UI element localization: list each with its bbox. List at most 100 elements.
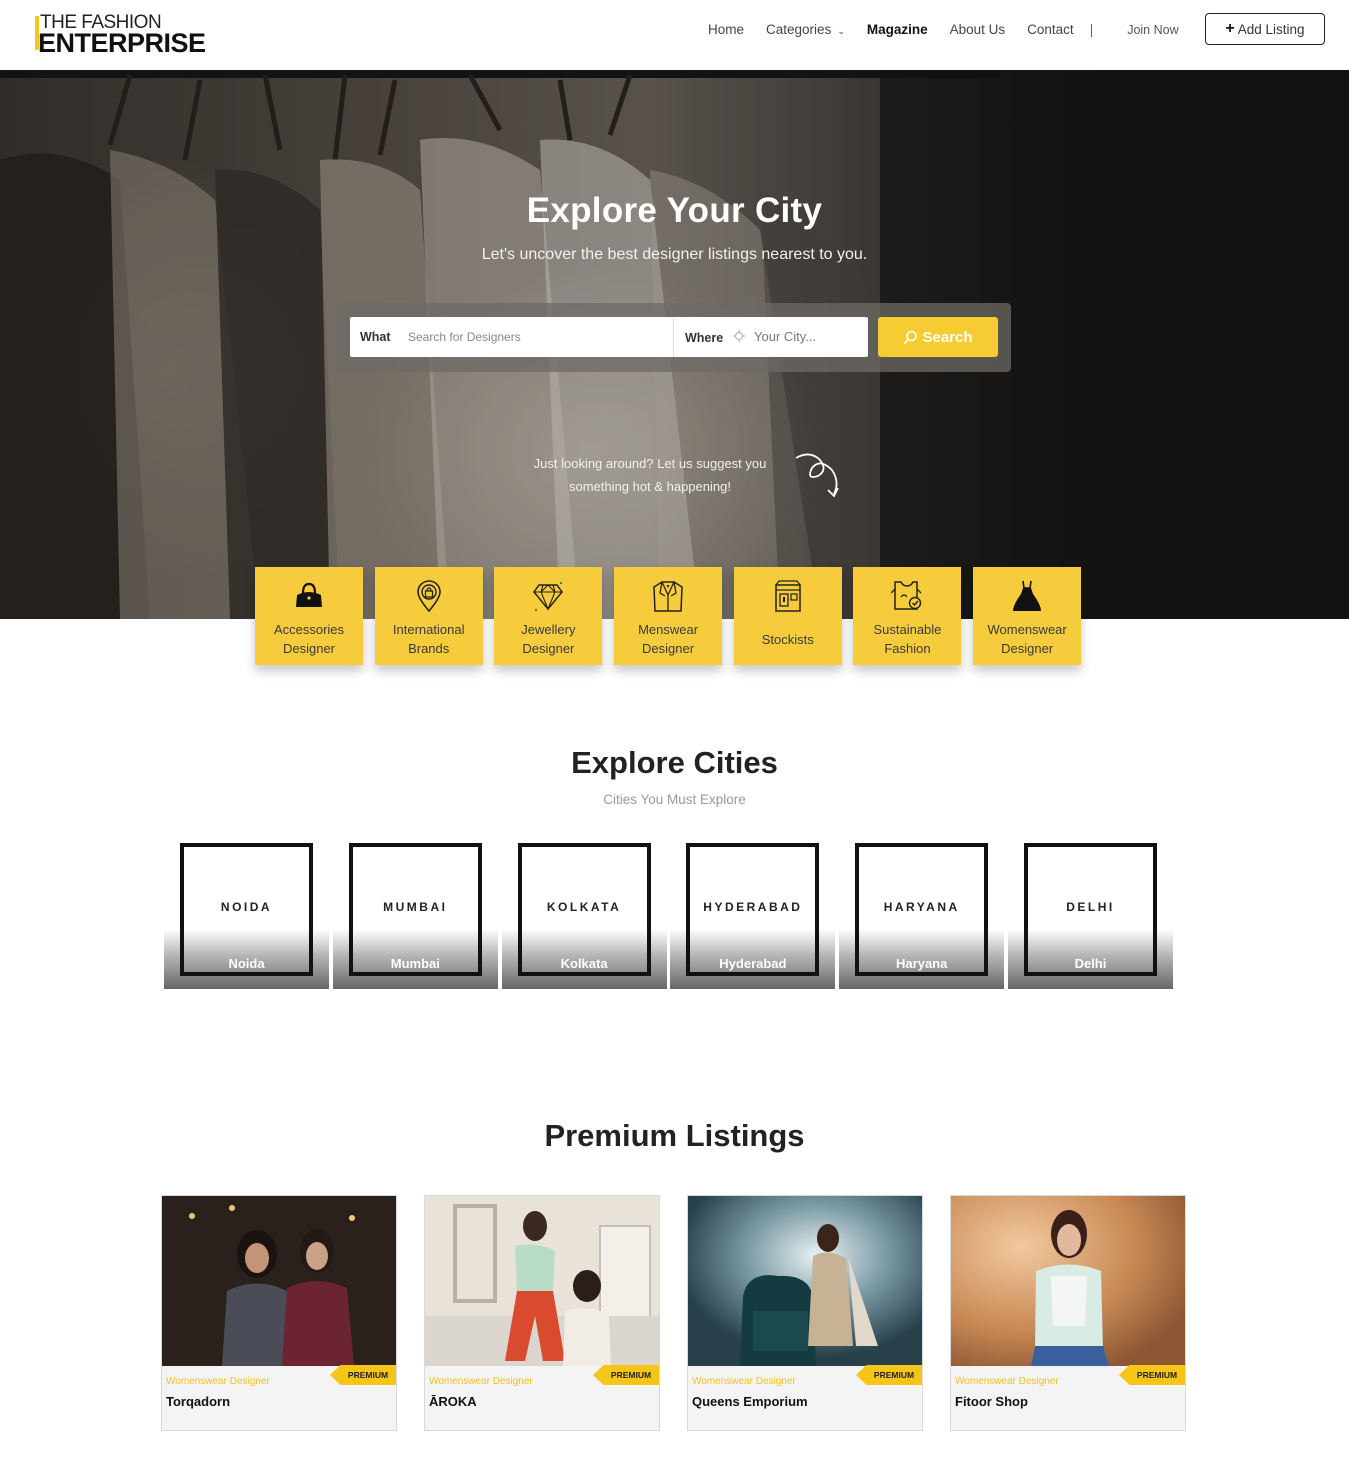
nav-categories-label: Categories xyxy=(766,22,832,37)
listing-card-fitoor-shop[interactable]: PREMIUM Womenswear Designer Fitoor Shop xyxy=(950,1195,1186,1431)
logo-line2: ENTERPRISE xyxy=(38,28,206,58)
curly-arrow-icon xyxy=(795,453,839,498)
suggestion-text: Just looking around? Let us suggest you … xyxy=(505,452,795,498)
search-panel: What Search for Designers Where Your Cit… xyxy=(336,303,1011,372)
category-international-brands[interactable]: International Brands xyxy=(374,567,483,665)
join-now-link[interactable]: Join Now xyxy=(1127,23,1178,37)
listing-card-queens-emporium[interactable]: PREMIUM Womenswear Designer Queens Empor… xyxy=(687,1195,923,1431)
category-accessories-designer[interactable]: Accessories Designer xyxy=(255,567,363,665)
search-button-label: Search xyxy=(922,328,973,346)
category-womenswear-designer[interactable]: Womenswear Designer xyxy=(973,567,1082,665)
hero-title: Explore Your City xyxy=(0,191,1349,231)
category-tiles: Accessories Designer International Brands … xyxy=(255,567,1093,665)
city-card-kolkata[interactable]: KOLKATA Kolkata xyxy=(501,843,667,989)
nav-separator: | xyxy=(1089,22,1094,37)
hero-subtitle: Let's uncover the best designer listings… xyxy=(481,246,868,263)
search-divider xyxy=(673,317,674,357)
category-label-line2: Fashion xyxy=(884,641,931,656)
category-label-line2: Designer xyxy=(282,641,336,656)
category-label-line1: Womenswear xyxy=(987,622,1067,637)
premium-listings-title: Premium Listings xyxy=(544,1118,805,1153)
premium-badge: PREMIUM xyxy=(330,1365,396,1385)
where-label: Where xyxy=(685,331,724,345)
add-listing-label: Add Listing xyxy=(1237,21,1305,37)
hero-title-part1: Explore xyxy=(526,191,658,230)
city-caption: Hyderabad xyxy=(719,956,787,971)
category-stockists[interactable]: Stockists xyxy=(733,567,842,665)
listing-card-torqadorn[interactable]: PREMIUM Womenswear Designer Torqadorn xyxy=(161,1195,397,1431)
listing-title[interactable]: Queens Emporium xyxy=(692,1394,808,1409)
premium-badge: PREMIUM xyxy=(593,1365,659,1385)
category-menswear-designer[interactable]: Menswear Designer xyxy=(614,567,723,665)
diamond-icon xyxy=(533,582,564,611)
nav-categories[interactable]: Categories ⌄ xyxy=(766,22,845,37)
plus-icon: + xyxy=(1225,20,1235,37)
category-label-line1: International xyxy=(392,622,465,637)
search-button[interactable]: Search xyxy=(878,317,998,357)
explore-cities-title: Explore Cities xyxy=(571,745,778,780)
listing-category[interactable]: Womenswear Designer xyxy=(429,1376,533,1387)
nav-contact[interactable]: Contact xyxy=(1027,22,1074,37)
locate-icon[interactable] xyxy=(733,330,745,342)
category-label-line1: Jewellery xyxy=(521,622,576,637)
category-label: Sustainable Fashion xyxy=(853,620,961,658)
category-sustainable-fashion[interactable]: Sustainable Fashion xyxy=(853,567,962,665)
hero-banner: Explore Your City Let's uncover the best… xyxy=(0,70,1349,619)
site-header: THE FASHION ENTERPRISE Home Categories ⌄ … xyxy=(0,0,1349,70)
category-label-line1: Sustainable xyxy=(873,622,942,637)
category-label: Accessories Designer xyxy=(255,620,363,658)
listing-title[interactable]: Torqadorn xyxy=(166,1394,230,1409)
chevron-down-icon: ⌄ xyxy=(837,26,845,36)
category-label-line2: Designer xyxy=(522,641,575,656)
city-card-hyderabad[interactable]: HYDERABAD Hyderabad xyxy=(670,843,836,989)
listing-photo xyxy=(425,1196,659,1366)
what-input[interactable]: Search for Designers xyxy=(408,330,521,344)
city-card-mumbai[interactable]: MUMBAI Mumbai xyxy=(332,843,498,989)
search-fields: What Search for Designers Where Your Cit… xyxy=(350,317,868,357)
city-card-delhi[interactable]: DELHI Delhi xyxy=(1007,843,1173,989)
dress-icon xyxy=(1013,580,1042,611)
category-label: Menswear Designer xyxy=(614,620,722,658)
category-label: Jewellery Designer xyxy=(494,620,602,658)
listing-photo xyxy=(162,1196,396,1366)
listing-card-aroka[interactable]: PREMIUM Womenswear Designer ĀROKA xyxy=(424,1195,660,1431)
listing-title[interactable]: Fitoor Shop xyxy=(955,1394,1028,1409)
eco-shirt-icon xyxy=(891,581,922,610)
listing-photo xyxy=(951,1196,1185,1366)
city-card-haryana[interactable]: HARYANA Haryana xyxy=(839,843,1005,989)
city-caption: Mumbai xyxy=(390,956,440,971)
category-label-line2: Designer xyxy=(642,641,695,656)
premium-badge: PREMIUM xyxy=(1119,1365,1185,1385)
store-icon xyxy=(775,580,801,612)
listing-category[interactable]: Womenswear Designer xyxy=(955,1376,1059,1387)
city-grid: NOIDA Noida MUMBAI Mumbai KOLKATA Kolkat… xyxy=(164,843,1177,989)
suggestion-line1: Just looking around? Let us suggest you xyxy=(533,456,767,471)
city-caption: Noida xyxy=(228,956,265,971)
suggestion-line2: something hot & happening! xyxy=(569,479,731,494)
category-label-line2: Brands xyxy=(408,641,450,656)
category-label-line1: Menswear xyxy=(638,622,699,637)
listing-category[interactable]: Womenswear Designer xyxy=(692,1376,796,1387)
where-input[interactable]: Your City... xyxy=(754,329,816,344)
listing-title[interactable]: ĀROKA xyxy=(429,1394,477,1409)
nav-magazine[interactable]: Magazine xyxy=(867,22,928,37)
listing-category[interactable]: Womenswear Designer xyxy=(166,1376,270,1387)
add-listing-button[interactable]: + Add Listing xyxy=(1205,13,1325,45)
category-label: Womenswear Designer xyxy=(973,620,1081,658)
search-icon xyxy=(904,330,918,344)
what-label: What xyxy=(360,330,391,344)
nav-about-us[interactable]: About Us xyxy=(950,22,1006,37)
city-card-noida[interactable]: NOIDA Noida xyxy=(164,843,329,989)
nav-home[interactable]: Home xyxy=(708,22,744,37)
suit-icon xyxy=(653,581,683,612)
city-caption: Kolkata xyxy=(560,956,608,971)
location-bag-icon xyxy=(416,580,441,613)
site-logo[interactable]: THE FASHION ENTERPRISE xyxy=(33,12,213,58)
main-nav: Home Categories ⌄ Magazine About Us Conta… xyxy=(708,22,1189,37)
premium-badge: PREMIUM xyxy=(856,1365,922,1385)
category-label: Stockists xyxy=(734,630,842,649)
category-label-line1: Accessories xyxy=(273,622,345,637)
city-caption: Haryana xyxy=(896,956,948,971)
category-jewellery-designer[interactable]: Jewellery Designer xyxy=(494,567,603,665)
listing-photo xyxy=(688,1196,922,1366)
